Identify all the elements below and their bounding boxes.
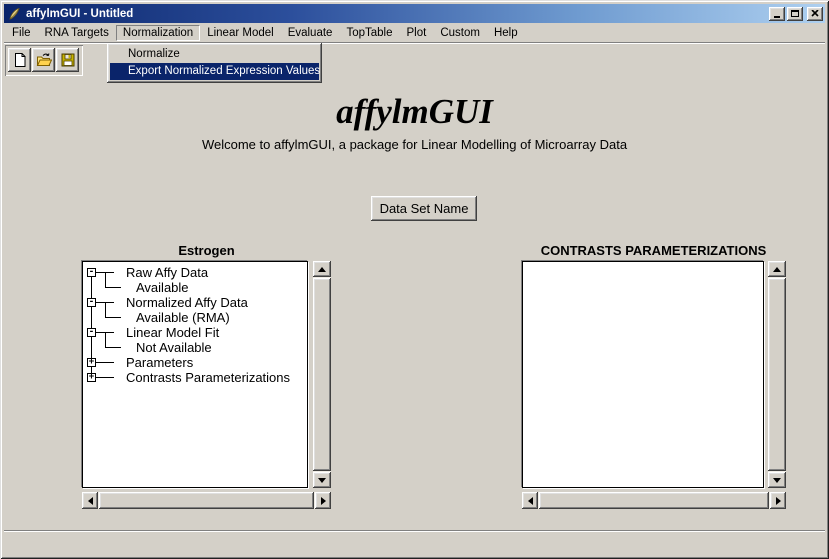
title-bar[interactable]: affylmGUI - Untitled [4,4,825,23]
left-vertical-scrollbar[interactable] [313,261,331,488]
data-set-name-button[interactable]: Data Set Name [371,196,477,221]
tree-node-parameters[interactable]: Parameters [126,355,193,370]
left-horizontal-scrollbar[interactable] [82,492,331,509]
client-area-divider [4,530,825,532]
expander-raw-affy-data[interactable]: - [87,268,96,277]
menu-item-normalize[interactable]: Normalize [110,46,319,63]
scroll-left-button[interactable] [522,492,538,509]
arrow-down-icon [773,478,781,483]
maximize-icon [791,10,799,17]
scroll-up-button[interactable] [313,261,331,277]
scrollbar-thumb[interactable] [313,278,331,471]
scrollbar-thumb[interactable] [99,492,314,509]
scroll-right-button[interactable] [315,492,331,509]
scroll-up-button[interactable] [768,261,786,277]
tree-branch-line [96,377,114,378]
tree-child-available[interactable]: Available [136,280,189,295]
expander-parameters[interactable]: + [87,358,96,367]
app-heading: affylmGUI [0,92,829,132]
normalization-dropdown-menu: Normalize Export Normalized Expression V… [107,43,322,83]
close-icon [811,10,819,17]
menu-rna-targets[interactable]: RNA Targets [38,25,116,41]
tree-branch-line [105,287,121,288]
menu-help[interactable]: Help [487,25,525,41]
tree-branch-line [96,272,114,273]
window-controls [767,7,825,21]
menu-file[interactable]: File [5,25,38,41]
open-file-button[interactable] [32,48,55,72]
arrow-left-icon [528,497,533,505]
tree-branch-line [96,332,114,333]
window-title: affylmGUI - Untitled [26,8,133,20]
toolbar [5,45,83,76]
tree-child-not-available[interactable]: Not Available [136,340,212,355]
arrow-up-icon [773,267,781,272]
save-file-button[interactable] [56,48,79,72]
scroll-left-button[interactable] [82,492,98,509]
left-panel-title: Estrogen [82,243,331,259]
menu-toptable[interactable]: TopTable [339,25,399,41]
tree-branch-line [105,347,121,348]
minimize-button[interactable] [769,7,785,21]
arrow-down-icon [318,478,326,483]
welcome-text: Welcome to affylmGUI, a package for Line… [0,137,829,152]
tree-node-contrasts-parameterizations[interactable]: Contrasts Parameterizations [126,370,290,385]
contrasts-parameterizations-listbox[interactable] [522,261,764,488]
new-page-icon [12,52,28,68]
right-vertical-scrollbar[interactable] [768,261,786,488]
menu-custom[interactable]: Custom [433,25,487,41]
right-horizontal-scrollbar[interactable] [522,492,786,509]
maximize-button[interactable] [787,7,803,21]
scrollbar-thumb[interactable] [539,492,769,509]
tree-branch-line [105,272,106,288]
right-panel-title: CONTRASTS PARAMETERIZATIONS [520,243,787,259]
app-feather-icon [7,7,21,21]
minimize-icon [774,16,780,18]
arrow-up-icon [318,267,326,272]
scroll-right-button[interactable] [770,492,786,509]
menu-evaluate[interactable]: Evaluate [281,25,340,41]
expander-linear-model-fit[interactable]: - [87,328,96,337]
status-tree-listbox[interactable]: - - - + + Raw Affy Data Available Normal… [82,261,308,488]
arrow-left-icon [88,497,93,505]
tree-branch-line [96,302,114,303]
tree-node-linear-model-fit[interactable]: Linear Model Fit [126,325,219,340]
app-window: affylmGUI - Untitled File RNA Targets No… [0,0,829,559]
expander-normalized-affy-data[interactable]: - [87,298,96,307]
arrow-right-icon [321,497,326,505]
status-tree: - - - + + Raw Affy Data Available Normal… [83,262,307,487]
new-file-button[interactable] [8,48,31,72]
scroll-down-button[interactable] [313,472,331,488]
menu-normalization[interactable]: Normalization [116,25,200,41]
save-floppy-icon [60,52,76,68]
arrow-right-icon [776,497,781,505]
open-folder-icon [36,52,52,68]
scroll-down-button[interactable] [768,472,786,488]
tree-branch-line [105,332,106,348]
close-button[interactable] [807,7,823,21]
tree-branch-line [96,362,114,363]
menu-item-export-normalized-expression-values[interactable]: Export Normalized Expression Values [110,63,319,80]
tree-branch-line [105,302,106,318]
tree-branch-line [105,317,121,318]
menu-bar: File RNA Targets Normalization Linear Mo… [4,24,825,42]
menu-plot[interactable]: Plot [400,25,434,41]
tree-node-normalized-affy-data[interactable]: Normalized Affy Data [126,295,248,310]
expander-contrasts-parameterizations[interactable]: + [87,373,96,382]
menu-linear-model[interactable]: Linear Model [200,25,280,41]
tree-child-available-rma[interactable]: Available (RMA) [136,310,230,325]
scrollbar-thumb[interactable] [768,278,786,471]
tree-node-raw-affy-data[interactable]: Raw Affy Data [126,265,208,280]
